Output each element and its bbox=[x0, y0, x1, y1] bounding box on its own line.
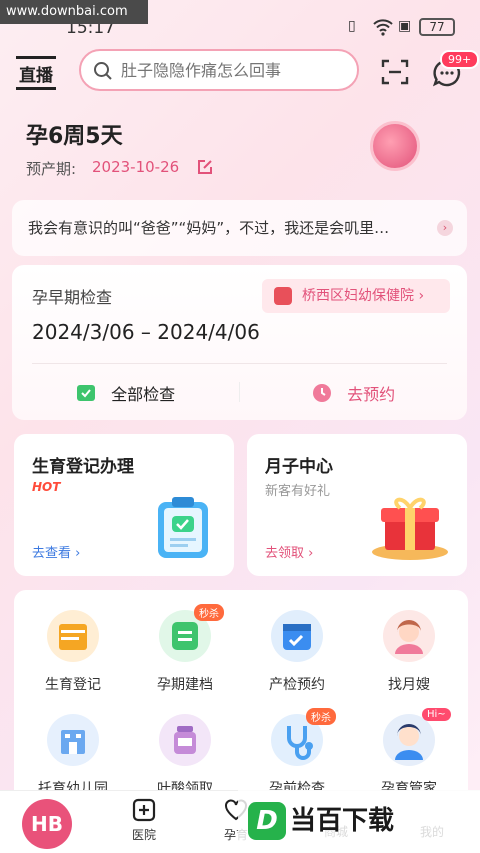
scan-icon[interactable] bbox=[380, 57, 410, 91]
all-exams-label: 全部检查 bbox=[111, 385, 176, 404]
exam-date-range: 2024/3/06 – 2024/4/06 bbox=[32, 320, 260, 344]
grid-item-birth-registration[interactable]: 生育登记 bbox=[18, 610, 128, 694]
medicine-bottle-icon bbox=[159, 714, 211, 766]
battery-indicator: 77 bbox=[419, 18, 455, 36]
edit-icon[interactable] bbox=[197, 159, 213, 179]
book-exam-button[interactable]: 去预约 bbox=[312, 381, 395, 405]
chevron-right-icon: › bbox=[437, 220, 453, 236]
flash-sale-tag: 秒杀 bbox=[194, 604, 224, 621]
clipboard-icon bbox=[154, 494, 212, 564]
search-bar[interactable] bbox=[79, 49, 359, 91]
grid-item-pregnancy-file[interactable]: 孕期建档 秒杀 bbox=[130, 604, 240, 694]
card-title: 月子中心 bbox=[265, 457, 333, 477]
claim-link[interactable]: 去领取 › bbox=[265, 542, 313, 561]
hospital-tab-icon bbox=[132, 798, 156, 822]
pregnancy-weeks: 孕6周5天 bbox=[26, 124, 123, 149]
grid-item-label: 生育登记 bbox=[45, 677, 101, 693]
brand-watermark-text: 当百下载 bbox=[290, 806, 395, 836]
postpartum-center-card[interactable]: 月子中心 新客有好礼 去领取 › bbox=[247, 434, 467, 576]
watermark: www.downbai.com bbox=[0, 0, 148, 24]
sim-icon: ▣ bbox=[398, 18, 412, 34]
flash-sale-tag: 秒杀 bbox=[306, 708, 336, 725]
card-title: 生育登记办理 bbox=[32, 457, 134, 477]
due-date-label: 预产期: bbox=[26, 160, 77, 178]
card-subtitle: 新客有好礼 bbox=[265, 484, 331, 499]
book-exam-label: 去预约 bbox=[347, 385, 396, 404]
tip-text: 我会有意识的叫“爸爸”“妈妈”，不过，我还是会叽里… bbox=[28, 219, 390, 237]
hi-tag: Hi~ bbox=[422, 708, 451, 721]
assistant-avatar-icon bbox=[383, 714, 435, 766]
grid-item-label: 产检预约 bbox=[269, 677, 325, 693]
search-input[interactable] bbox=[121, 59, 351, 81]
live-logo[interactable]: 直播 bbox=[16, 56, 56, 90]
hospital-name: 桥西区妇幼保健院 bbox=[302, 288, 414, 304]
clock-icon bbox=[313, 384, 331, 402]
tab-label: 医院 bbox=[131, 828, 156, 842]
calendar-icon bbox=[271, 610, 323, 662]
services-grid: 生育登记 孕期建档 秒杀 产检预约 找月嫂 托育幼儿园 叶酸领取 孕前检查 秒杀… bbox=[14, 590, 468, 810]
grid-item-preconception-check[interactable]: 孕前检查 秒杀 bbox=[242, 708, 352, 798]
hospital-icon bbox=[274, 287, 292, 305]
grid-item-label: 孕期建档 bbox=[157, 677, 213, 693]
divider bbox=[239, 382, 240, 402]
all-exams-button[interactable]: 全部检查 bbox=[76, 381, 175, 405]
birth-registration-card[interactable]: 生育登记办理 HOT 去查看 › bbox=[14, 434, 234, 576]
tab-hospital[interactable]: 医院 bbox=[114, 797, 174, 843]
d-logo-icon: D bbox=[248, 802, 286, 840]
nanny-avatar-icon bbox=[383, 610, 435, 662]
vibrate-icon: ▯ bbox=[348, 18, 356, 34]
document-stack-icon bbox=[47, 610, 99, 662]
grid-item-folic-acid[interactable]: 叶酸领取 bbox=[130, 714, 240, 798]
grid-item-label: 找月嫂 bbox=[388, 677, 430, 693]
fetus-avatar[interactable] bbox=[370, 121, 420, 171]
grid-item-exam-booking[interactable]: 产检预约 bbox=[242, 610, 352, 694]
message-badge: 99+ bbox=[440, 50, 480, 69]
search-icon bbox=[93, 61, 113, 85]
due-date-value[interactable]: 2023-10-26 bbox=[92, 158, 179, 176]
view-link[interactable]: 去查看 › bbox=[32, 542, 80, 561]
gift-box-icon bbox=[369, 488, 451, 566]
brand-watermark: D 当百下载 bbox=[238, 790, 480, 853]
grid-item-pregnancy-assistant[interactable]: 孕育管家 Hi~ bbox=[354, 708, 464, 798]
building-icon bbox=[47, 714, 99, 766]
hot-tag: HOT bbox=[32, 480, 61, 494]
wifi-icon bbox=[372, 18, 394, 38]
baby-tip-banner[interactable]: 我会有意识的叫“爸爸”“妈妈”，不过，我还是会叽里… › bbox=[12, 200, 467, 256]
hospital-button[interactable]: 桥西区妇幼保健院 › bbox=[262, 279, 450, 313]
exam-title: 孕早期检查 bbox=[32, 288, 113, 307]
home-logo-tab[interactable]: HB bbox=[22, 799, 72, 849]
divider bbox=[32, 363, 447, 364]
grid-item-find-nanny[interactable]: 找月嫂 bbox=[354, 610, 464, 694]
grid-item-kindergarten[interactable]: 托育幼儿园 bbox=[18, 714, 128, 798]
check-folder-icon bbox=[77, 385, 95, 401]
